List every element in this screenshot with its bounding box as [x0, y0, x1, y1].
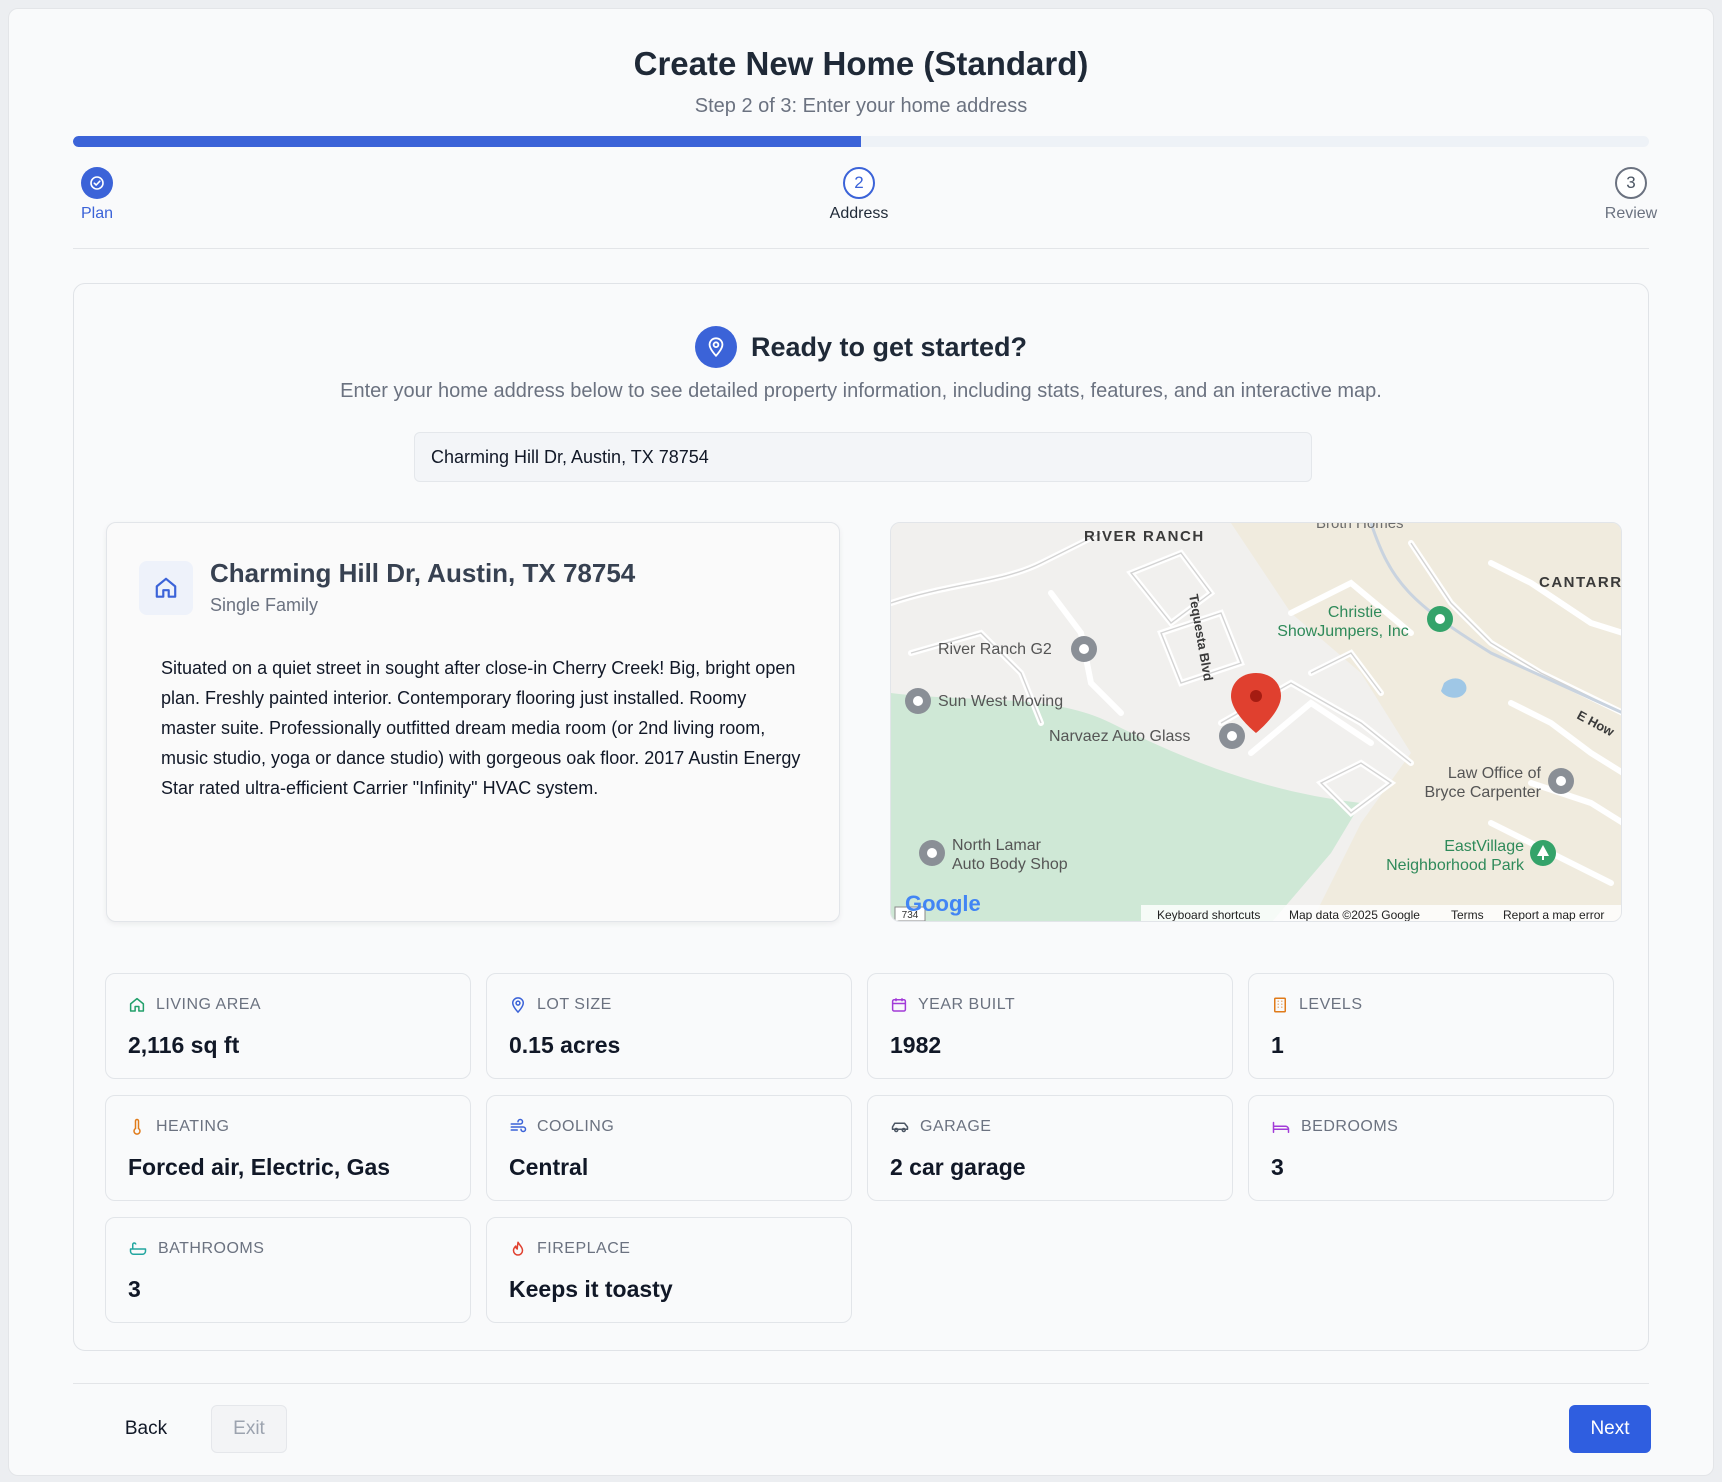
- map-label-eastvillage-1: EastVillage: [1444, 838, 1524, 855]
- stat-bathrooms: BATHROOMS 3: [105, 1217, 471, 1323]
- stat-value: 2 car garage: [890, 1154, 1026, 1180]
- stat-bedrooms: BEDROOMS 3: [1248, 1095, 1614, 1201]
- intro-text: Enter your home address below to see det…: [340, 380, 1382, 402]
- step-address[interactable]: 2 Address: [799, 167, 919, 223]
- map-place-marker[interactable]: [905, 688, 931, 714]
- stat-levels: LEVELS 1: [1248, 973, 1614, 1079]
- stat-value: 3: [128, 1276, 141, 1302]
- stat-label: LIVING AREA: [156, 996, 262, 1013]
- step-review-label: Review: [1604, 205, 1658, 222]
- stat-label: FIREPLACE: [537, 1240, 631, 1257]
- bath-icon: [129, 1242, 147, 1255]
- stat-value: Central: [509, 1154, 589, 1180]
- stat-label: YEAR BUILT: [918, 996, 1016, 1013]
- map-place-marker[interactable]: [1427, 606, 1453, 632]
- map-place-marker[interactable]: [1548, 768, 1574, 794]
- map-place-marker[interactable]: [1219, 723, 1245, 749]
- address-input[interactable]: [414, 432, 1312, 482]
- step-address-number: 2: [843, 167, 875, 199]
- map-report-error-link[interactable]: Report a map error: [1503, 908, 1604, 922]
- wind-icon: [510, 1118, 527, 1133]
- stat-label: HEATING: [156, 1118, 230, 1135]
- map-label-christie-1: Christie: [1328, 604, 1382, 621]
- step-plan[interactable]: Plan: [37, 167, 157, 223]
- bed-icon: [1272, 1121, 1290, 1133]
- stat-label: BEDROOMS: [1301, 1118, 1399, 1135]
- map-place-marker[interactable]: [919, 840, 945, 866]
- map-keyboard-shortcuts-link[interactable]: Keyboard shortcuts: [1157, 908, 1260, 922]
- property-description: Situated on a quiet street in sought aft…: [161, 658, 801, 798]
- step-review-number: 3: [1615, 167, 1647, 199]
- building-icon: [1274, 997, 1286, 1013]
- map-label-christie-2: ShowJumpers, Inc: [1277, 623, 1409, 640]
- thermometer-icon: [133, 1118, 141, 1135]
- ready-heading: Ready to get started?: [750, 331, 1028, 362]
- map-label-cantarra: CANTARR: [1539, 574, 1622, 591]
- stat-value: Forced air, Electric, Gas: [128, 1154, 391, 1180]
- map-data-attribution: Map data ©2025 Google: [1289, 908, 1420, 922]
- car-icon: [891, 1122, 909, 1133]
- ready-heading-row: Ready to get started?: [74, 326, 1648, 368]
- stat-cooling: COOLING Central: [486, 1095, 852, 1201]
- map-label-north-lamar-1: North Lamar: [952, 837, 1042, 854]
- map-label-sun-west: Sun West Moving: [938, 693, 1063, 710]
- calendar-icon: [891, 998, 907, 1012]
- flame-icon: [512, 1241, 524, 1256]
- stat-value: 3: [1271, 1154, 1284, 1180]
- home-icon: [139, 561, 193, 615]
- stat-heating: HEATING Forced air, Electric, Gas: [105, 1095, 471, 1201]
- exit-button[interactable]: Exit: [211, 1405, 287, 1453]
- stat-label: LEVELS: [1299, 996, 1363, 1013]
- step-plan-label: Plan: [80, 205, 114, 222]
- home-icon: [129, 997, 145, 1012]
- back-button[interactable]: Back: [105, 1405, 187, 1453]
- stat-living-area: LIVING AREA 2,116 sq ft: [105, 973, 471, 1079]
- stat-value: 1982: [890, 1032, 942, 1058]
- map-label-law-1: Law Office of: [1448, 765, 1542, 782]
- map-label-broth-homes: Broth Homes: [1316, 523, 1404, 532]
- property-type: Single Family: [210, 595, 319, 615]
- property-title: Charming Hill Dr, Austin, TX 78754: [210, 558, 636, 588]
- step-address-label: Address: [829, 205, 889, 222]
- map-label-river-ranch-g2: River Ranch G2: [938, 641, 1052, 658]
- stat-label: LOT SIZE: [537, 996, 612, 1013]
- step-review[interactable]: 3 Review: [1571, 167, 1691, 223]
- footer-divider: [73, 1383, 1649, 1384]
- stat-lot-size: LOT SIZE 0.15 acres: [486, 973, 852, 1079]
- stat-garage: GARAGE 2 car garage: [867, 1095, 1233, 1201]
- progress-bar: [73, 136, 1649, 147]
- property-card: Charming Hill Dr, Austin, TX 78754 Singl…: [106, 522, 840, 922]
- next-button[interactable]: Next: [1569, 1405, 1651, 1453]
- location-pin-icon: [694, 326, 737, 368]
- stat-value: Keeps it toasty: [509, 1276, 673, 1302]
- stat-label: GARAGE: [920, 1118, 992, 1135]
- map-terms-link[interactable]: Terms: [1451, 908, 1484, 922]
- stat-value: 2,116 sq ft: [128, 1032, 240, 1058]
- park-tree-icon[interactable]: [1530, 840, 1556, 866]
- map-label-law-2: Bryce Carpenter: [1425, 784, 1542, 801]
- map-label-eastvillage-2: Neighborhood Park: [1386, 857, 1525, 874]
- map-label-river-ranch: RIVER RANCH: [1084, 528, 1205, 545]
- map-place-marker[interactable]: [1071, 636, 1097, 662]
- stat-value: 0.15 acres: [509, 1032, 621, 1058]
- stat-fireplace: FIREPLACE Keeps it toasty: [486, 1217, 852, 1323]
- stat-year-built: YEAR BUILT 1982: [867, 973, 1233, 1079]
- page-title: Create New Home (Standard): [633, 45, 1089, 82]
- map-label-north-lamar-2: Auto Body Shop: [952, 856, 1068, 873]
- wizard-window: Create New Home (Standard) Step 2 of 3: …: [8, 8, 1714, 1476]
- google-logo: Google: [905, 891, 981, 916]
- progress-bar-fill: [73, 136, 861, 147]
- location-pin-icon: [511, 997, 525, 1014]
- stat-label: BATHROOMS: [158, 1240, 265, 1257]
- header-divider: [73, 248, 1649, 249]
- stat-value: 1: [1271, 1032, 1284, 1058]
- stat-label: COOLING: [537, 1118, 615, 1135]
- step-plan-check-icon: [81, 167, 113, 199]
- page-subtitle: Step 2 of 3: Enter your home address: [694, 95, 1028, 117]
- property-map[interactable]: RIVER RANCH Broth Homes CANTARR Tequesta…: [890, 522, 1622, 922]
- map-label-narvaez: Narvaez Auto Glass: [1049, 728, 1190, 745]
